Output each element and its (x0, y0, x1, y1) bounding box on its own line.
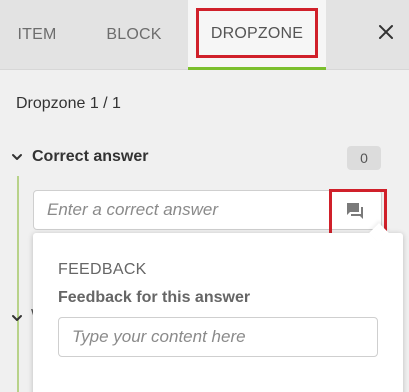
feedback-label: Feedback for this answer (58, 289, 251, 306)
tab-item[interactable]: ITEM (0, 0, 74, 70)
dropzone-panel: ITEM BLOCK DROPZONE Dropzone 1 / 1 Corre… (0, 0, 409, 392)
close-icon (379, 25, 393, 39)
tab-item-label: ITEM (17, 26, 57, 43)
answer-count-badge: 0 (347, 146, 381, 170)
feedback-popover: FEEDBACK Feedback for this answer (33, 223, 403, 392)
chevron-down-icon[interactable] (10, 150, 24, 164)
tab-dropzone-label: DROPZONE (210, 24, 304, 42)
close-button[interactable] (363, 0, 409, 64)
feedback-button[interactable] (329, 189, 387, 240)
feedback-input[interactable] (58, 317, 378, 357)
correct-answer-section-header: Correct answer 0 (10, 146, 400, 170)
feedback-title: FEEDBACK (58, 261, 147, 278)
tab-dropzone[interactable]: DROPZONE (188, 0, 326, 70)
tab-block[interactable]: BLOCK (84, 0, 184, 70)
tab-bar: ITEM BLOCK DROPZONE (0, 0, 409, 70)
section-indent-line (17, 176, 19, 392)
tab-block-label: BLOCK (106, 26, 162, 43)
dropzone-heading: Dropzone 1 / 1 (16, 95, 121, 112)
chevron-down-icon[interactable] (10, 311, 24, 325)
correct-answer-title: Correct answer (32, 148, 149, 165)
